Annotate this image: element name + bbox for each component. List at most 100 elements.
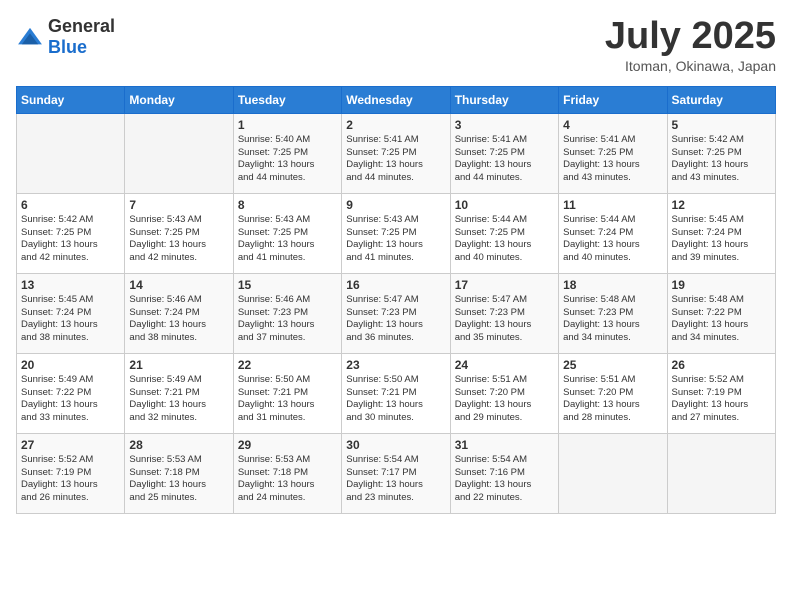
- calendar-cell: 3 Sunrise: 5:41 AMSunset: 7:25 PMDaylight…: [450, 113, 558, 193]
- day-info: Sunrise: 5:46 AMSunset: 7:24 PMDaylight:…: [129, 294, 228, 345]
- day-info: Sunrise: 5:43 AMSunset: 7:25 PMDaylight:…: [238, 214, 337, 265]
- day-info: Sunrise: 5:45 AMSunset: 7:24 PMDaylight:…: [21, 294, 120, 345]
- calendar-cell: 18Sunrise: 5:48 AMSunset: 7:23 PMDayligh…: [559, 273, 667, 353]
- calendar-cell: 9 Sunrise: 5:43 AMSunset: 7:25 PMDaylight…: [342, 193, 450, 273]
- day-info: Sunrise: 5:53 AMSunset: 7:18 PMDaylight:…: [129, 454, 228, 505]
- weekday-header: Monday: [125, 86, 233, 113]
- day-info: Sunrise: 5:45 AMSunset: 7:24 PMDaylight:…: [672, 214, 771, 265]
- calendar-cell: 8 Sunrise: 5:43 AMSunset: 7:25 PMDaylight…: [233, 193, 341, 273]
- calendar-cell: 27 Sunrise: 5:52 AMSunset: 7:19 PMDayligh…: [17, 433, 125, 513]
- day-number: 10: [455, 198, 554, 212]
- calendar-cell: [559, 433, 667, 513]
- calendar-cell: 6Sunrise: 5:42 AMSunset: 7:25 PMDaylight…: [17, 193, 125, 273]
- day-number: 24: [455, 358, 554, 372]
- weekday-header-row: SundayMondayTuesdayWednesdayThursdayFrid…: [17, 86, 776, 113]
- logo-icon: [16, 26, 44, 48]
- day-info: Sunrise: 5:42 AMSunset: 7:25 PMDaylight:…: [21, 214, 120, 265]
- calendar-cell: 26 Sunrise: 5:52 AMSunset: 7:19 PMDayligh…: [667, 353, 775, 433]
- calendar-cell: [667, 433, 775, 513]
- location: Itoman, Okinawa, Japan: [605, 58, 776, 74]
- day-info: Sunrise: 5:48 AMSunset: 7:22 PMDaylight:…: [672, 294, 771, 345]
- day-info: Sunrise: 5:41 AMSunset: 7:25 PMDaylight:…: [563, 134, 662, 185]
- day-number: 19: [672, 278, 771, 292]
- calendar-cell: 12Sunrise: 5:45 AMSunset: 7:24 PMDayligh…: [667, 193, 775, 273]
- day-info: Sunrise: 5:47 AMSunset: 7:23 PMDaylight:…: [346, 294, 445, 345]
- day-number: 8: [238, 198, 337, 212]
- day-info: Sunrise: 5:49 AMSunset: 7:22 PMDaylight:…: [21, 374, 120, 425]
- day-number: 5: [672, 118, 771, 132]
- day-info: Sunrise: 5:52 AMSunset: 7:19 PMDaylight:…: [21, 454, 120, 505]
- day-number: 28: [129, 438, 228, 452]
- weekday-header: Saturday: [667, 86, 775, 113]
- calendar-cell: 19 Sunrise: 5:48 AMSunset: 7:22 PMDayligh…: [667, 273, 775, 353]
- day-info: Sunrise: 5:50 AMSunset: 7:21 PMDaylight:…: [238, 374, 337, 425]
- day-info: Sunrise: 5:51 AMSunset: 7:20 PMDaylight:…: [455, 374, 554, 425]
- day-number: 21: [129, 358, 228, 372]
- day-info: Sunrise: 5:43 AMSunset: 7:25 PMDaylight:…: [346, 214, 445, 265]
- weekday-header: Sunday: [17, 86, 125, 113]
- day-number: 1: [238, 118, 337, 132]
- day-info: Sunrise: 5:44 AMSunset: 7:25 PMDaylight:…: [455, 214, 554, 265]
- day-info: Sunrise: 5:54 AMSunset: 7:16 PMDaylight:…: [455, 454, 554, 505]
- month-title: July 2025: [605, 16, 776, 58]
- logo: General Blue: [16, 16, 115, 58]
- day-info: Sunrise: 5:41 AMSunset: 7:25 PMDaylight:…: [455, 134, 554, 185]
- calendar-cell: 13 Sunrise: 5:45 AMSunset: 7:24 PMDayligh…: [17, 273, 125, 353]
- day-number: 9: [346, 198, 445, 212]
- day-info: Sunrise: 5:41 AMSunset: 7:25 PMDaylight:…: [346, 134, 445, 185]
- calendar-week-row: 13 Sunrise: 5:45 AMSunset: 7:24 PMDayligh…: [17, 273, 776, 353]
- calendar-cell: 5Sunrise: 5:42 AMSunset: 7:25 PMDaylight…: [667, 113, 775, 193]
- calendar-table: SundayMondayTuesdayWednesdayThursdayFrid…: [16, 86, 776, 514]
- calendar-cell: 22 Sunrise: 5:50 AMSunset: 7:21 PMDayligh…: [233, 353, 341, 433]
- day-number: 25: [563, 358, 662, 372]
- day-info: Sunrise: 5:46 AMSunset: 7:23 PMDaylight:…: [238, 294, 337, 345]
- weekday-header: Friday: [559, 86, 667, 113]
- calendar-week-row: 20 Sunrise: 5:49 AMSunset: 7:22 PMDayligh…: [17, 353, 776, 433]
- day-number: 2: [346, 118, 445, 132]
- day-info: Sunrise: 5:48 AMSunset: 7:23 PMDaylight:…: [563, 294, 662, 345]
- calendar-cell: 17 Sunrise: 5:47 AMSunset: 7:23 PMDayligh…: [450, 273, 558, 353]
- weekday-header: Thursday: [450, 86, 558, 113]
- calendar-week-row: 27 Sunrise: 5:52 AMSunset: 7:19 PMDayligh…: [17, 433, 776, 513]
- day-number: 29: [238, 438, 337, 452]
- day-number: 23: [346, 358, 445, 372]
- logo-text-general: General: [48, 16, 115, 36]
- calendar-cell: 23 Sunrise: 5:50 AMSunset: 7:21 PMDayligh…: [342, 353, 450, 433]
- day-number: 20: [21, 358, 120, 372]
- logo-text-blue: Blue: [48, 37, 87, 57]
- calendar-cell: 1Sunrise: 5:40 AMSunset: 7:25 PMDaylight…: [233, 113, 341, 193]
- day-info: Sunrise: 5:47 AMSunset: 7:23 PMDaylight:…: [455, 294, 554, 345]
- weekday-header: Wednesday: [342, 86, 450, 113]
- day-number: 26: [672, 358, 771, 372]
- calendar-cell: [17, 113, 125, 193]
- day-info: Sunrise: 5:53 AMSunset: 7:18 PMDaylight:…: [238, 454, 337, 505]
- calendar-cell: 4 Sunrise: 5:41 AMSunset: 7:25 PMDaylight…: [559, 113, 667, 193]
- calendar-cell: 25 Sunrise: 5:51 AMSunset: 7:20 PMDayligh…: [559, 353, 667, 433]
- day-number: 4: [563, 118, 662, 132]
- day-number: 14: [129, 278, 228, 292]
- day-number: 22: [238, 358, 337, 372]
- day-info: Sunrise: 5:52 AMSunset: 7:19 PMDaylight:…: [672, 374, 771, 425]
- day-number: 16: [346, 278, 445, 292]
- calendar-cell: 7Sunrise: 5:43 AMSunset: 7:25 PMDaylight…: [125, 193, 233, 273]
- calendar-cell: [125, 113, 233, 193]
- day-number: 3: [455, 118, 554, 132]
- calendar-week-row: 1Sunrise: 5:40 AMSunset: 7:25 PMDaylight…: [17, 113, 776, 193]
- day-number: 17: [455, 278, 554, 292]
- day-number: 30: [346, 438, 445, 452]
- day-info: Sunrise: 5:49 AMSunset: 7:21 PMDaylight:…: [129, 374, 228, 425]
- calendar-cell: 2 Sunrise: 5:41 AMSunset: 7:25 PMDaylight…: [342, 113, 450, 193]
- day-number: 13: [21, 278, 120, 292]
- calendar-cell: 21 Sunrise: 5:49 AMSunset: 7:21 PMDayligh…: [125, 353, 233, 433]
- calendar-cell: 31Sunrise: 5:54 AMSunset: 7:16 PMDayligh…: [450, 433, 558, 513]
- day-info: Sunrise: 5:50 AMSunset: 7:21 PMDaylight:…: [346, 374, 445, 425]
- title-block: July 2025 Itoman, Okinawa, Japan: [605, 16, 776, 74]
- calendar-week-row: 6Sunrise: 5:42 AMSunset: 7:25 PMDaylight…: [17, 193, 776, 273]
- day-number: 27: [21, 438, 120, 452]
- day-info: Sunrise: 5:54 AMSunset: 7:17 PMDaylight:…: [346, 454, 445, 505]
- calendar-cell: 11Sunrise: 5:44 AMSunset: 7:24 PMDayligh…: [559, 193, 667, 273]
- day-info: Sunrise: 5:51 AMSunset: 7:20 PMDaylight:…: [563, 374, 662, 425]
- calendar-cell: 24 Sunrise: 5:51 AMSunset: 7:20 PMDayligh…: [450, 353, 558, 433]
- calendar-cell: 20 Sunrise: 5:49 AMSunset: 7:22 PMDayligh…: [17, 353, 125, 433]
- day-info: Sunrise: 5:43 AMSunset: 7:25 PMDaylight:…: [129, 214, 228, 265]
